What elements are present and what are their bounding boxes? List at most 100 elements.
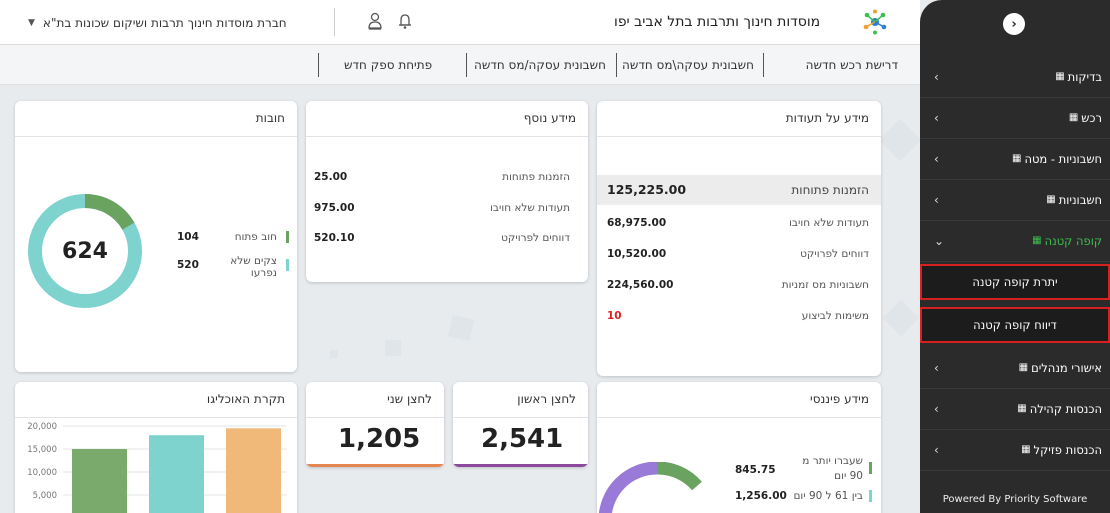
legend-swatch xyxy=(869,490,872,502)
chevron-left-icon: ‹ xyxy=(934,111,939,125)
row-label: תעודות שלא חויבו xyxy=(490,202,570,214)
chevron-left-icon: ‹ xyxy=(934,402,939,416)
row-label: הזמנות פתוחות xyxy=(502,171,570,183)
grid-icon: ▦ xyxy=(1032,235,1042,246)
legend-swatch-uncleared-checks xyxy=(286,259,289,271)
legend-label: צקים שלא נפרעו xyxy=(230,255,277,279)
sidebar-item[interactable]: ‹ הכנסות קהילה ▦ xyxy=(920,389,1110,430)
card-title: תקרת האוכליגו xyxy=(206,392,285,406)
sidebar-item[interactable]: ‹ אישורי מנהלים ▦ xyxy=(920,348,1110,389)
legend-label: שעברו יותר מ 90 יום xyxy=(802,455,863,482)
caret-down-icon: ▼ xyxy=(28,17,35,28)
background-decoration xyxy=(385,340,401,356)
sidebar-item-text: חשבוניות xyxy=(1058,193,1102,207)
sidebar: › ‹ בדיקות ▦ ‹ רכש ▦ ‹ חשבוניות - מטה ▦ ‹ חשבוניות… xyxy=(920,0,1110,513)
card-title: לחצן שני xyxy=(387,392,432,406)
card-divider xyxy=(597,136,881,137)
company-selector-label: חברת מוסדות חינוך תרבות ושיקום שכונות בת… xyxy=(42,15,287,30)
grid-icon: ▦ xyxy=(1046,194,1056,205)
star-logo-icon xyxy=(862,9,888,39)
toolbar-item-label: חשבונית עסקה\מס חדשה xyxy=(622,58,754,72)
second-button-card[interactable]: לחצן שני 1,205 xyxy=(306,382,444,467)
card-title: לחצן ראשון xyxy=(517,392,576,406)
bell-icon[interactable] xyxy=(398,12,412,34)
first-button-value: 2,541 xyxy=(481,424,564,454)
legend-swatch xyxy=(869,462,872,474)
sidebar-subitem-label: יתרת קופה קטנה xyxy=(972,275,1058,289)
bar[interactable] xyxy=(149,435,204,513)
chevron-right-circle-icon: › xyxy=(1011,16,1017,32)
card-divider xyxy=(453,417,588,418)
sidebar-item-text: הכנסות קהילה xyxy=(1029,402,1102,416)
card-accent-bar xyxy=(453,464,588,467)
toolbar-item-label: חשבונית עסקה/מס חדשה xyxy=(474,58,606,72)
row-value-alert: 10 xyxy=(607,310,622,322)
row-value: 224,560.00 xyxy=(607,279,674,291)
toolbar-divider xyxy=(318,53,319,77)
sidebar-item[interactable]: ‹ חשבוניות ▦ xyxy=(920,180,1110,221)
sidebar-item[interactable]: ‹ חשבוניות - מטה ▦ xyxy=(920,139,1110,180)
sidebar-item-text: רכש xyxy=(1081,111,1102,125)
card-accent-bar xyxy=(306,464,444,467)
card-divider xyxy=(306,136,588,137)
sidebar-subitem-label: דיווח קופה קטנה xyxy=(973,318,1057,332)
row-value: 25.00 xyxy=(314,171,348,183)
card-divider xyxy=(597,417,881,418)
row-label: תעודות שלא חויבו xyxy=(789,217,869,229)
sidebar-item-label: חשבוניות ▦ xyxy=(1046,193,1102,207)
bar[interactable] xyxy=(72,449,127,513)
sidebar-item-text: בדיקות xyxy=(1067,70,1102,84)
chevron-down-icon: ⌄ xyxy=(934,234,945,248)
debts-total: 624 xyxy=(62,239,108,264)
sidebar-item-label: הכנסות פזיקל ▦ xyxy=(1021,443,1102,457)
population-chart-card: תקרת האוכליגו 20,000 15,000 10,000 5,000 xyxy=(15,382,297,513)
sidebar-subitem[interactable]: יתרת קופה קטנה xyxy=(920,264,1110,300)
sidebar-item[interactable]: ‹ בדיקות ▦ xyxy=(920,57,1110,98)
sidebar-toggle-button[interactable]: › xyxy=(1003,13,1025,35)
header-divider xyxy=(334,8,335,36)
row-value: 520.10 xyxy=(314,232,355,244)
top-bar: ▼ חברת מוסדות חינוך תרבות ושיקום שכונות … xyxy=(0,0,920,45)
toolbar-new-invoice-1[interactable]: חשבונית עסקה\מס חדשה xyxy=(614,45,762,85)
company-dropdown[interactable]: ▼ חברת מוסדות חינוך תרבות ושיקום שכונות … xyxy=(28,0,318,45)
financial-donut-chart xyxy=(598,462,702,513)
dashboard-content: חובות 624 חוב פתוח 104 צקים שלא נפרעו 52… xyxy=(0,85,920,513)
legend-label: בין 61 ל 90 יום xyxy=(793,490,863,502)
debts-card: חובות 624 חוב פתוח 104 צקים שלא נפרעו 52… xyxy=(15,101,297,372)
bar-chart: 20,000 15,000 10,000 5,000 xyxy=(27,422,287,513)
toolbar-new-invoice-2[interactable]: חשבונית עסקה/מס חדשה xyxy=(466,45,614,85)
card-title: חובות xyxy=(255,111,285,125)
sidebar-item-text: הכנסות פזיקל xyxy=(1033,443,1102,457)
y-tick-label: 10,000 xyxy=(27,468,57,478)
user-icon[interactable] xyxy=(368,12,382,34)
chevron-left-icon: ‹ xyxy=(934,443,939,457)
card-title: מידע נוסף xyxy=(523,111,576,125)
row-label: משימות לביצוע xyxy=(801,310,869,322)
sidebar-item-text: קופה קטנה xyxy=(1044,234,1102,248)
extra-info-card: מידע נוסף הזמנות פתוחות 25.00 תעודות שלא… xyxy=(306,101,588,282)
sidebar-item[interactable]: ‹ הכנסות פזיקל ▦ xyxy=(920,430,1110,471)
row-value: 68,975.00 xyxy=(607,217,667,229)
background-decoration xyxy=(447,314,475,342)
toolbar-new-purchase-request[interactable]: דרישת רכש חדשה xyxy=(798,45,906,85)
first-button-card[interactable]: לחצן ראשון 2,541 xyxy=(453,382,588,467)
background-decoration xyxy=(330,350,338,358)
sidebar-item[interactable]: ‹ רכש ▦ xyxy=(920,98,1110,139)
background-decoration xyxy=(878,118,920,162)
sidebar-item[interactable]: ⌄ קופה קטנה ▦ xyxy=(920,221,1110,262)
card-title: מידע פיננסי xyxy=(810,392,869,406)
row-label: דווחים לפרויקט xyxy=(501,232,570,244)
chevron-left-icon: ‹ xyxy=(934,152,939,166)
row-value: 975.00 xyxy=(314,202,355,214)
legend-value: 845.75 xyxy=(735,464,776,476)
toolbar-new-supplier[interactable]: פתיחת ספק חדש xyxy=(336,45,440,85)
grid-icon: ▦ xyxy=(1068,112,1079,123)
financial-info-card: מידע פיננסי שעברו יותר מ 90 יום 845.75 ב… xyxy=(597,382,881,513)
toolbar-divider xyxy=(616,53,617,77)
bar[interactable] xyxy=(226,428,281,513)
sidebar-subitem[interactable]: דיווח קופה קטנה xyxy=(920,307,1110,343)
toolbar-item-label: דרישת רכש חדשה xyxy=(805,58,898,72)
toolbar-divider xyxy=(466,53,467,77)
y-tick-label: 15,000 xyxy=(27,445,57,455)
sidebar-item-text: אישורי מנהלים xyxy=(1031,361,1102,375)
